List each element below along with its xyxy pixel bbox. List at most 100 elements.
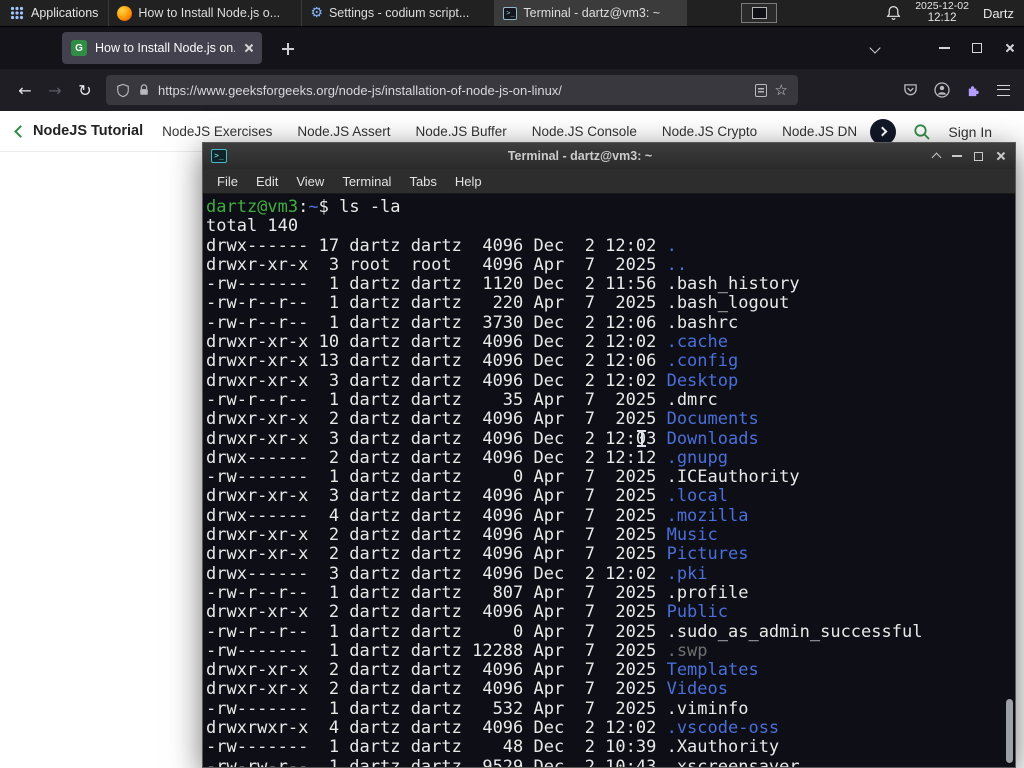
taskbar-item-settings[interactable]: ⚙ Settings - codium script...: [301, 0, 494, 26]
terminal-line: -rw-r--r-- 1 dartz dartz 220 Apr 7 2025 …: [206, 293, 790, 314]
chevron-left-icon[interactable]: [14, 124, 27, 138]
back-button[interactable]: ←: [10, 75, 40, 105]
terminal-maximize-button[interactable]: [974, 151, 983, 161]
terminal-titlebar[interactable]: >_ Terminal - dartz@vm3: ~: [203, 143, 1015, 169]
terminal-line: -rw------- 1 dartz dartz 0 Apr 7 2025 .I…: [206, 467, 800, 488]
workspace-switcher[interactable]: [741, 3, 778, 23]
gfg-favicon: G: [71, 40, 87, 56]
lock-icon[interactable]: [138, 83, 150, 97]
terminal-line: drwxr-xr-x 2 dartz dartz 4096 Apr 7 2025…: [206, 660, 759, 681]
terminal-line: drwxr-xr-x 3 dartz dartz 4096 Apr 7 2025…: [206, 486, 728, 507]
terminal-line: drwxr-xr-x 2 dartz dartz 4096 Apr 7 2025…: [206, 544, 749, 565]
tab-bar: G How to Install Node.js on...: [0, 27, 1024, 69]
terminal-close-button[interactable]: [995, 151, 1005, 161]
account-icon[interactable]: [934, 82, 950, 98]
terminal-line: -rw------- 1 dartz dartz 532 Apr 7 2025 …: [206, 698, 749, 719]
window-maximize-button[interactable]: [972, 43, 982, 53]
terminal-minimize-button[interactable]: [952, 155, 962, 157]
terminal-lines: dartz@vm3:~$ ls -la total 140 drwx------ 1…: [206, 197, 1015, 767]
firefox-icon: [117, 5, 133, 21]
gfg-nav-items: NodeJS Exercises Node.JS Assert Node.JS …: [162, 124, 856, 139]
terminal-line: total 140: [206, 216, 299, 237]
terminal-line: drwx------ 3 dartz dartz 4096 Dec 2 12:0…: [206, 563, 708, 584]
terminal-output[interactable]: dartz@vm3:~$ ls -la total 140 drwx------ 1…: [203, 194, 1015, 767]
terminal-line: -rw-r--r-- 1 dartz dartz 0 Apr 7 2025 .s…: [206, 621, 923, 642]
gfg-nav-item[interactable]: Node.JS Crypto: [662, 124, 757, 139]
applications-menu[interactable]: Applications: [0, 0, 108, 26]
reader-mode-icon[interactable]: [754, 83, 767, 97]
terminal-line: drwxr-xr-x 2 dartz dartz 4096 Apr 7 2025…: [206, 602, 728, 623]
new-tab-button[interactable]: [276, 37, 300, 61]
terminal-window-icon: >_: [211, 149, 227, 163]
notifications-bell-icon[interactable]: [886, 5, 901, 21]
terminal-line: drwxr-xr-x 13 dartz dartz 4096 Dec 2 12:…: [206, 351, 739, 372]
terminal-line: drwxr-xr-x 2 dartz dartz 4096 Apr 7 2025…: [206, 409, 759, 430]
workspace-window-thumb: [751, 7, 767, 19]
terminal-line: drwxr-xr-x 3 root root 4096 Apr 7 2025 .…: [206, 254, 688, 275]
gfg-nav-item[interactable]: Node.JS Assert: [297, 124, 390, 139]
user-menu[interactable]: Dartz: [983, 6, 1014, 21]
applications-label: Applications: [31, 6, 99, 20]
tab-close-icon[interactable]: [243, 43, 253, 53]
terminal-line: -rw-r--r-- 1 dartz dartz 3730 Dec 2 12:0…: [206, 312, 739, 333]
menu-tabs[interactable]: Tabs: [400, 174, 445, 189]
tab-title: How to Install Node.js on...: [95, 41, 235, 55]
terminal-line: drwx------ 17 dartz dartz 4096 Dec 2 12:…: [206, 235, 677, 256]
url-text: https://www.geeksforgeeks.org/node-js/in…: [158, 82, 562, 98]
bookmark-star-icon[interactable]: ☆: [775, 81, 788, 99]
menu-view[interactable]: View: [287, 174, 333, 189]
gfg-nav-item[interactable]: NodeJS Exercises: [162, 124, 272, 139]
screen: Applications How to Install Node.js o...…: [0, 0, 1024, 768]
terminal-line: -rw-r--r-- 1 dartz dartz 35 Apr 7 2025 .…: [206, 389, 718, 410]
terminal-line: drwxr-xr-x 3 dartz dartz 4096 Dec 2 12:0…: [206, 428, 759, 449]
terminal-line: drwxr-xr-x 3 dartz dartz 4096 Dec 2 12:0…: [206, 370, 739, 391]
taskbar-item-terminal[interactable]: >_ Terminal - dartz@vm3: ~: [494, 0, 688, 26]
window-close-button[interactable]: [1004, 43, 1014, 53]
terminal-scrollbar[interactable]: [1004, 194, 1014, 767]
terminal-line: drwxr-xr-x 2 dartz dartz 4096 Apr 7 2025…: [206, 525, 718, 546]
terminal-window: >_ Terminal - dartz@vm3: ~ File Edit Vie…: [202, 142, 1016, 768]
terminal-line: -rw------- 1 dartz dartz 1120 Dec 2 11:5…: [206, 274, 800, 295]
clock-time: 12:12: [927, 12, 957, 25]
url-bar[interactable]: https://www.geeksforgeeks.org/node-js/in…: [106, 75, 798, 105]
sign-in-link[interactable]: Sign In: [948, 124, 992, 140]
window-minimize-button[interactable]: [939, 47, 950, 49]
applications-grid-icon: [10, 6, 24, 20]
terminal-line: drwxr-xr-x 10 dartz dartz 4096 Dec 2 12:…: [206, 332, 728, 353]
top-panel: Applications How to Install Node.js o...…: [0, 0, 1024, 27]
terminal-shade-button[interactable]: [931, 152, 942, 163]
mouse-text-cursor: [637, 430, 646, 447]
clock[interactable]: 2025-12-02 12:12: [915, 0, 969, 25]
gfg-nav-title[interactable]: NodeJS Tutorial: [33, 123, 143, 139]
menu-file[interactable]: File: [208, 174, 247, 189]
menu-help[interactable]: Help: [446, 174, 491, 189]
terminal-line: -rw-rw-r-- 1 dartz dartz 9529 Dec 2 10:4…: [206, 756, 800, 767]
menu-edit[interactable]: Edit: [247, 174, 287, 189]
list-all-tabs-icon[interactable]: [869, 42, 881, 54]
taskbar-item-browser[interactable]: How to Install Node.js o...: [108, 0, 301, 26]
browser-tab[interactable]: G How to Install Node.js on...: [62, 32, 262, 64]
extension-puzzle-icon[interactable]: [966, 83, 981, 98]
terminal-line: dartz@vm3:~$ ls -la: [206, 197, 401, 217]
gfg-nav-item[interactable]: Node.JS DNS: [782, 124, 856, 139]
shield-icon[interactable]: [116, 83, 130, 98]
scrollbar-thumb[interactable]: [1006, 699, 1013, 763]
search-icon[interactable]: [913, 123, 931, 141]
reload-button[interactable]: ↻: [70, 75, 100, 105]
navigation-toolbar: ← → ↻ https://www.geeksforgeeks.org/node…: [0, 69, 1024, 111]
terminal-line: drwx------ 4 dartz dartz 4096 Apr 7 2025…: [206, 505, 749, 526]
menu-hamburger-icon[interactable]: [997, 84, 1010, 96]
terminal-icon: >_: [503, 6, 518, 20]
terminal-line: drwx------ 2 dartz dartz 4096 Dec 2 12:1…: [206, 447, 728, 468]
gfg-nav-item[interactable]: Node.JS Console: [532, 124, 637, 139]
terminal-window-title: Terminal - dartz@vm3: ~: [507, 149, 653, 163]
settings-gear-icon: ⚙: [310, 5, 323, 21]
scroll-right-button[interactable]: [870, 118, 897, 145]
gfg-nav-item[interactable]: Node.JS Buffer: [415, 124, 506, 139]
terminal-line: -rw------- 1 dartz dartz 12288 Apr 7 202…: [206, 640, 708, 661]
pocket-icon[interactable]: [903, 83, 918, 97]
menu-terminal[interactable]: Terminal: [333, 174, 400, 189]
clock-date: 2025-12-02: [915, 0, 969, 12]
forward-button[interactable]: →: [40, 75, 70, 105]
terminal-menubar: File Edit View Terminal Tabs Help: [203, 169, 1015, 194]
